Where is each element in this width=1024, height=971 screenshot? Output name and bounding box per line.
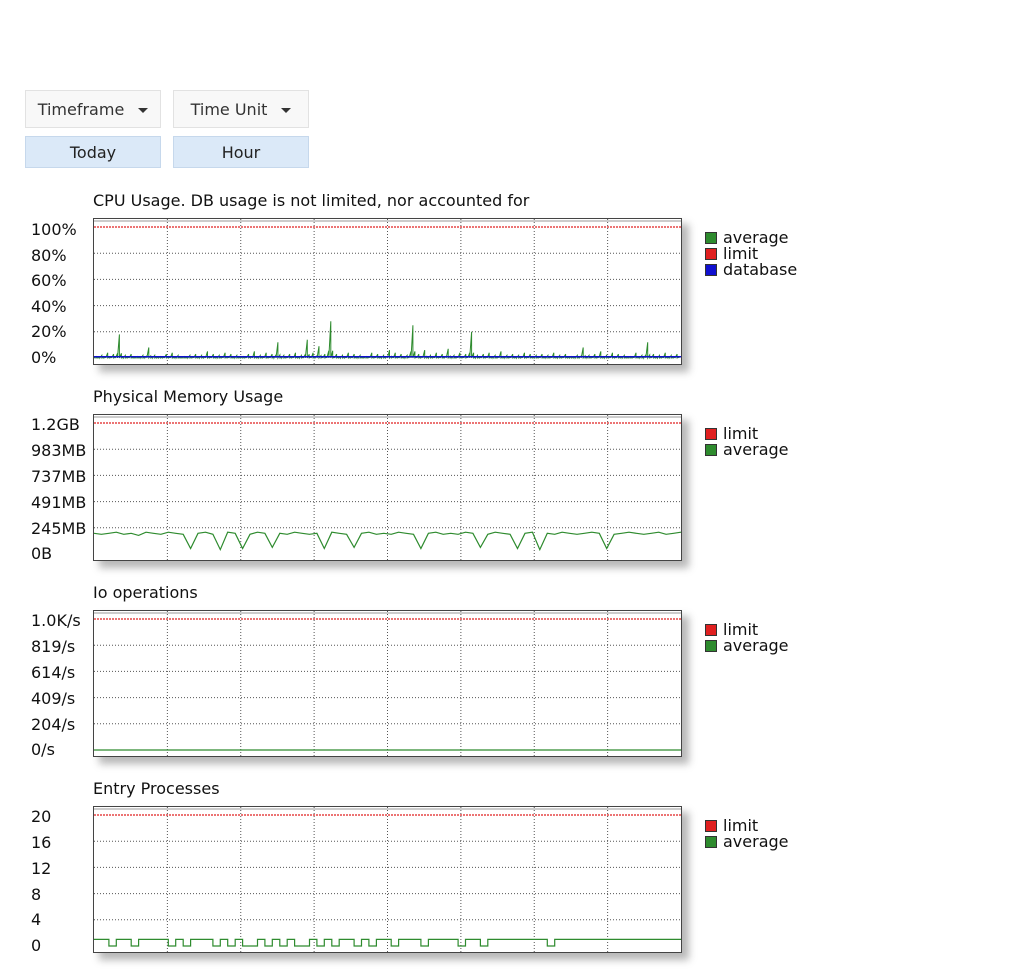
y-tick-label: 245MB — [31, 519, 87, 538]
chart-svg — [94, 611, 681, 756]
y-tick-label: 16 — [31, 833, 52, 852]
legend-item: average — [705, 834, 789, 850]
y-tick-label: 204/s — [31, 715, 76, 734]
y-tick-label: 20% — [31, 322, 67, 341]
legend-label: average — [723, 440, 789, 459]
chart-legend: average limit database — [705, 230, 797, 278]
chart-svg — [94, 219, 681, 364]
legend-item: average — [705, 442, 789, 458]
timeunit-dropdown[interactable]: Time Unit — [173, 90, 309, 128]
chart-title: Entry Processes — [93, 779, 220, 798]
y-tick-label: 0% — [31, 348, 57, 367]
timeframe-label: Timeframe — [37, 99, 125, 119]
chart-legend: limit average — [705, 426, 789, 458]
legend-swatch — [705, 640, 717, 652]
legend-swatch — [705, 624, 717, 636]
plot-area — [93, 414, 682, 561]
y-tick-label: 983MB — [31, 441, 87, 460]
chart-title: CPU Usage. DB usage is not limited, nor … — [93, 191, 530, 210]
legend-swatch — [705, 248, 717, 260]
legend-item: database — [705, 262, 797, 278]
chart-svg — [94, 415, 681, 560]
y-tick-label: 40% — [31, 297, 67, 316]
y-tick-label: 491MB — [31, 493, 87, 512]
y-tick-label: 409/s — [31, 689, 76, 708]
chart-legend: limit average — [705, 818, 789, 850]
plot-area — [93, 610, 682, 757]
y-tick-label: 0 — [31, 936, 42, 955]
y-tick-label: 1.0K/s — [31, 611, 81, 630]
plot-area — [93, 806, 682, 953]
legend-swatch — [705, 264, 717, 276]
series-average-line — [94, 531, 681, 552]
legend-label: database — [723, 260, 798, 279]
y-tick-label: 0B — [31, 544, 53, 563]
legend-swatch — [705, 428, 717, 440]
y-tick-label: 614/s — [31, 663, 76, 682]
chart-title: Physical Memory Usage — [93, 387, 284, 406]
y-tick-label: 737MB — [31, 467, 87, 486]
legend-swatch — [705, 836, 717, 848]
y-tick-label: 1.2GB — [31, 415, 80, 434]
legend-swatch — [705, 820, 717, 832]
timeframe-value-button[interactable]: Today — [25, 136, 161, 168]
chart-legend: limit average — [705, 622, 789, 654]
timeunit-value-button[interactable]: Hour — [173, 136, 309, 168]
chevron-down-icon — [138, 107, 149, 113]
timeunit-label: Time Unit — [190, 99, 268, 119]
y-tick-label: 80% — [31, 246, 67, 265]
y-tick-label: 100% — [31, 220, 77, 239]
y-tick-label: 20 — [31, 807, 52, 826]
timeframe-dropdown[interactable]: Timeframe — [25, 90, 161, 128]
y-tick-label: 8 — [31, 885, 42, 904]
chevron-down-icon — [281, 107, 292, 113]
legend-label: average — [723, 832, 789, 851]
y-tick-label: 12 — [31, 859, 52, 878]
chart-svg — [94, 807, 681, 952]
plot-area — [93, 218, 682, 365]
legend-item: average — [705, 638, 789, 654]
legend-swatch — [705, 232, 717, 244]
series-average-line — [94, 321, 680, 360]
legend-swatch — [705, 444, 717, 456]
y-tick-label: 0/s — [31, 740, 55, 759]
chart-title: Io operations — [93, 583, 198, 602]
y-tick-label: 60% — [31, 271, 67, 290]
y-tick-label: 4 — [31, 910, 42, 929]
legend-label: average — [723, 636, 789, 655]
y-tick-label: 819/s — [31, 637, 76, 656]
